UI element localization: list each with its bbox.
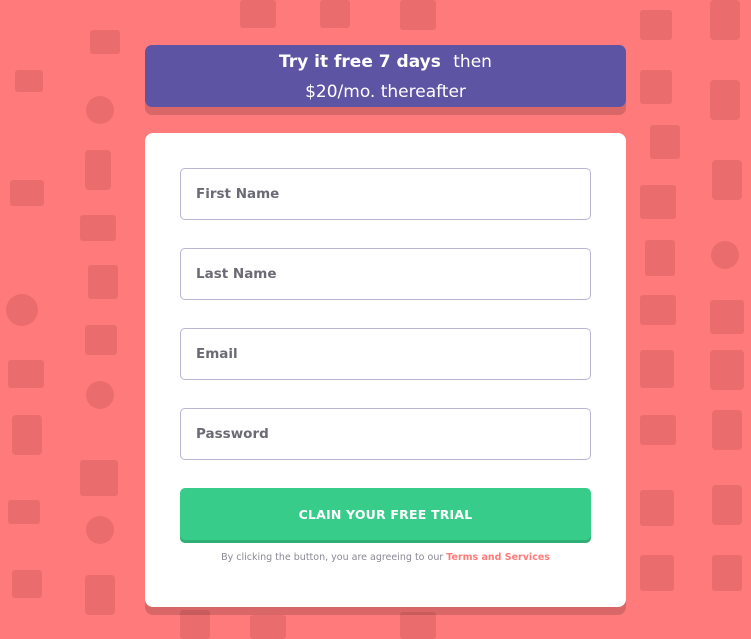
terms-link[interactable]: Terms and Services <box>446 552 550 563</box>
terms-text: By clicking the button, you are agreeing… <box>221 552 444 563</box>
email-input[interactable] <box>180 328 591 380</box>
promo-banner: Try it free 7 days then $20/mo. thereaft… <box>145 45 626 107</box>
terms-notice: By clicking the button, you are agreeing… <box>145 552 626 563</box>
promo-free-trial-text: Try it free 7 days <box>279 52 441 72</box>
last-name-input[interactable] <box>180 248 591 300</box>
password-input[interactable] <box>180 408 591 460</box>
promo-then-text: then <box>453 52 492 72</box>
signup-card: CLAIN YOUR FREE TRIAL By clicking the bu… <box>145 133 626 607</box>
claim-free-trial-button[interactable]: CLAIN YOUR FREE TRIAL <box>180 488 591 540</box>
first-name-input[interactable] <box>180 168 591 220</box>
promo-price-text: $20/mo. thereafter <box>305 82 466 102</box>
promo-headline: Try it free 7 days then <box>145 51 626 73</box>
